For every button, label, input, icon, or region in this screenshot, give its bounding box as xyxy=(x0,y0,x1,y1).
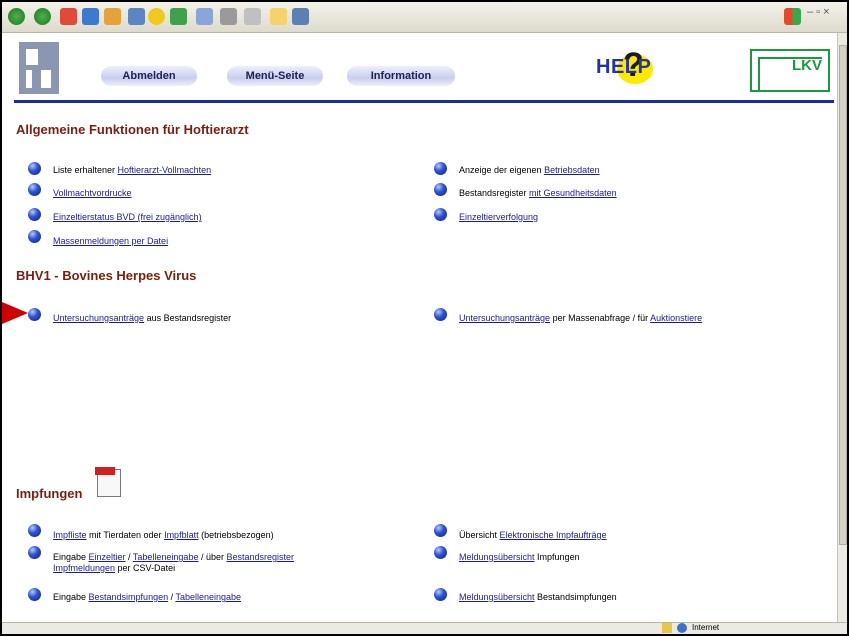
link-einzeltierverfolgung[interactable]: Einzeltierverfolgung xyxy=(459,212,538,222)
window-controls-icon[interactable]: – ▫ × xyxy=(807,6,830,18)
list-item: Eingabe Bestandsimpfungen / Tabelleneing… xyxy=(53,592,241,602)
scrollbar-thumb[interactable] xyxy=(839,45,847,545)
link-impfmeldungen[interactable]: Impfmeldungen xyxy=(53,563,115,573)
bullet-icon xyxy=(434,546,447,559)
favorites-icon[interactable] xyxy=(148,8,165,25)
pdf-icon[interactable] xyxy=(95,467,121,497)
link-einzeltier[interactable]: Einzeltier xyxy=(89,552,126,562)
link-hoftierarzt-vollmachten[interactable]: Hoftierarzt-Vollmachten xyxy=(118,165,212,175)
information-button[interactable]: Information xyxy=(347,66,455,86)
lock-icon xyxy=(662,623,672,633)
list-item: Einzeltierverfolgung xyxy=(459,212,538,222)
link-untersuchungsantraege[interactable]: Untersuchungsanträge xyxy=(53,313,144,323)
page-header: Abmelden Menü-Seite Information ? HELP L… xyxy=(2,33,847,103)
search-icon[interactable] xyxy=(128,8,145,25)
list-item: Anzeige der eigenen Betriebsdaten xyxy=(459,165,600,175)
status-bar: Internet xyxy=(2,622,847,634)
menu-page-button[interactable]: Menü-Seite xyxy=(227,66,323,86)
back-icon[interactable] xyxy=(8,8,25,25)
link-tabelleneingabe[interactable]: Tabelleneingabe xyxy=(133,552,199,562)
site-logo xyxy=(19,42,59,94)
windows-logo-icon xyxy=(784,8,801,25)
header-divider xyxy=(14,100,834,103)
section-title-general: Allgemeine Funktionen für Hoftierarzt xyxy=(16,122,249,137)
mail-icon[interactable] xyxy=(196,8,213,25)
list-item: Eingabe Einzeltier / Tabelleneingabe / ü… xyxy=(53,552,295,573)
history-icon[interactable] xyxy=(170,8,187,25)
list-item: Meldungsübersicht Impfungen xyxy=(459,552,580,562)
refresh-icon[interactable] xyxy=(82,8,99,25)
list-item: Liste erhaltener Hoftierarzt-Vollmachten xyxy=(53,165,212,175)
list-item: Vollmachtvordrucke xyxy=(53,188,132,198)
link-auktionstiere[interactable]: Auktionstiere xyxy=(650,313,702,323)
zone-label: Internet xyxy=(692,623,720,632)
list-item: Bestandsregister mit Gesundheitsdaten xyxy=(459,188,617,198)
bullet-icon xyxy=(434,208,447,221)
messenger-icon[interactable] xyxy=(292,8,309,25)
bullet-icon xyxy=(28,524,41,537)
link-elektronische-impfauftraege[interactable]: Elektronische Impfaufträge xyxy=(500,530,607,540)
list-item: Einzeltierstatus BVD (frei zugänglich) xyxy=(53,212,202,222)
list-item: Übersicht Elektronische Impfaufträge xyxy=(459,530,607,540)
list-item: Untersuchungsanträge aus Bestandsregiste… xyxy=(53,313,232,323)
link-tabelleneingabe-bestand[interactable]: Tabelleneingabe xyxy=(175,592,241,602)
link-betriebsdaten[interactable]: Betriebsdaten xyxy=(544,165,600,175)
bullet-icon xyxy=(28,208,41,221)
bullet-icon xyxy=(28,588,41,601)
folder-icon[interactable] xyxy=(270,8,287,25)
logout-button[interactable]: Abmelden xyxy=(101,66,197,86)
link-massenmeldungen[interactable]: Massenmeldungen per Datei xyxy=(53,236,168,246)
stop-icon[interactable] xyxy=(60,8,77,25)
browser-window: – ▫ × Abmelden Menü-Seite Information ? … xyxy=(0,0,849,636)
bullet-icon xyxy=(434,183,447,196)
link-meldungsuebersicht-bestand[interactable]: Meldungsübersicht xyxy=(459,592,535,602)
bullet-icon xyxy=(434,308,447,321)
browser-toolbar: – ▫ × xyxy=(2,2,847,33)
bullet-icon xyxy=(28,308,41,321)
section-title-bhv1: BHV1 - Bovines Herpes Virus xyxy=(16,268,197,283)
lkv-logo: LKV xyxy=(750,49,830,92)
bullet-icon xyxy=(434,588,447,601)
red-arrow-icon xyxy=(2,302,28,324)
bullet-icon xyxy=(434,524,447,537)
bullet-icon xyxy=(434,162,447,175)
bullet-icon xyxy=(28,162,41,175)
link-untersuchungsantraege-massen[interactable]: Untersuchungsanträge xyxy=(459,313,550,323)
link-vollmachtvordrucke[interactable]: Vollmachtvordrucke xyxy=(53,188,132,198)
forward-icon[interactable] xyxy=(34,8,51,25)
print-icon[interactable] xyxy=(220,8,237,25)
list-item: Meldungsübersicht Bestandsimpfungen xyxy=(459,592,617,602)
list-item: Untersuchungsanträge per Massenabfrage /… xyxy=(459,313,703,323)
bullet-icon xyxy=(28,230,41,243)
list-item: Impfliste mit Tierdaten oder Impfblatt (… xyxy=(53,530,274,540)
bullet-icon xyxy=(28,546,41,559)
link-gesundheitsdaten[interactable]: mit Gesundheitsdaten xyxy=(529,188,617,198)
link-einzeltierstatus-bvd[interactable]: Einzeltierstatus BVD (frei zugänglich) xyxy=(53,212,202,222)
bullet-icon xyxy=(28,183,41,196)
section-title-impfungen: Impfungen xyxy=(16,486,83,501)
link-impfblatt[interactable]: Impfblatt xyxy=(164,530,199,540)
list-item: Massenmeldungen per Datei xyxy=(53,236,168,246)
link-meldungsuebersicht-impfungen[interactable]: Meldungsübersicht xyxy=(459,552,535,562)
link-impfliste[interactable]: Impfliste xyxy=(53,530,87,540)
home-icon[interactable] xyxy=(104,8,121,25)
globe-icon xyxy=(677,623,687,633)
vertical-scrollbar[interactable] xyxy=(837,33,847,623)
edit-icon[interactable] xyxy=(244,8,261,25)
link-bestandsimpfungen[interactable]: Bestandsimpfungen xyxy=(89,592,169,602)
link-bestandsregister[interactable]: Bestandsregister xyxy=(226,552,294,562)
